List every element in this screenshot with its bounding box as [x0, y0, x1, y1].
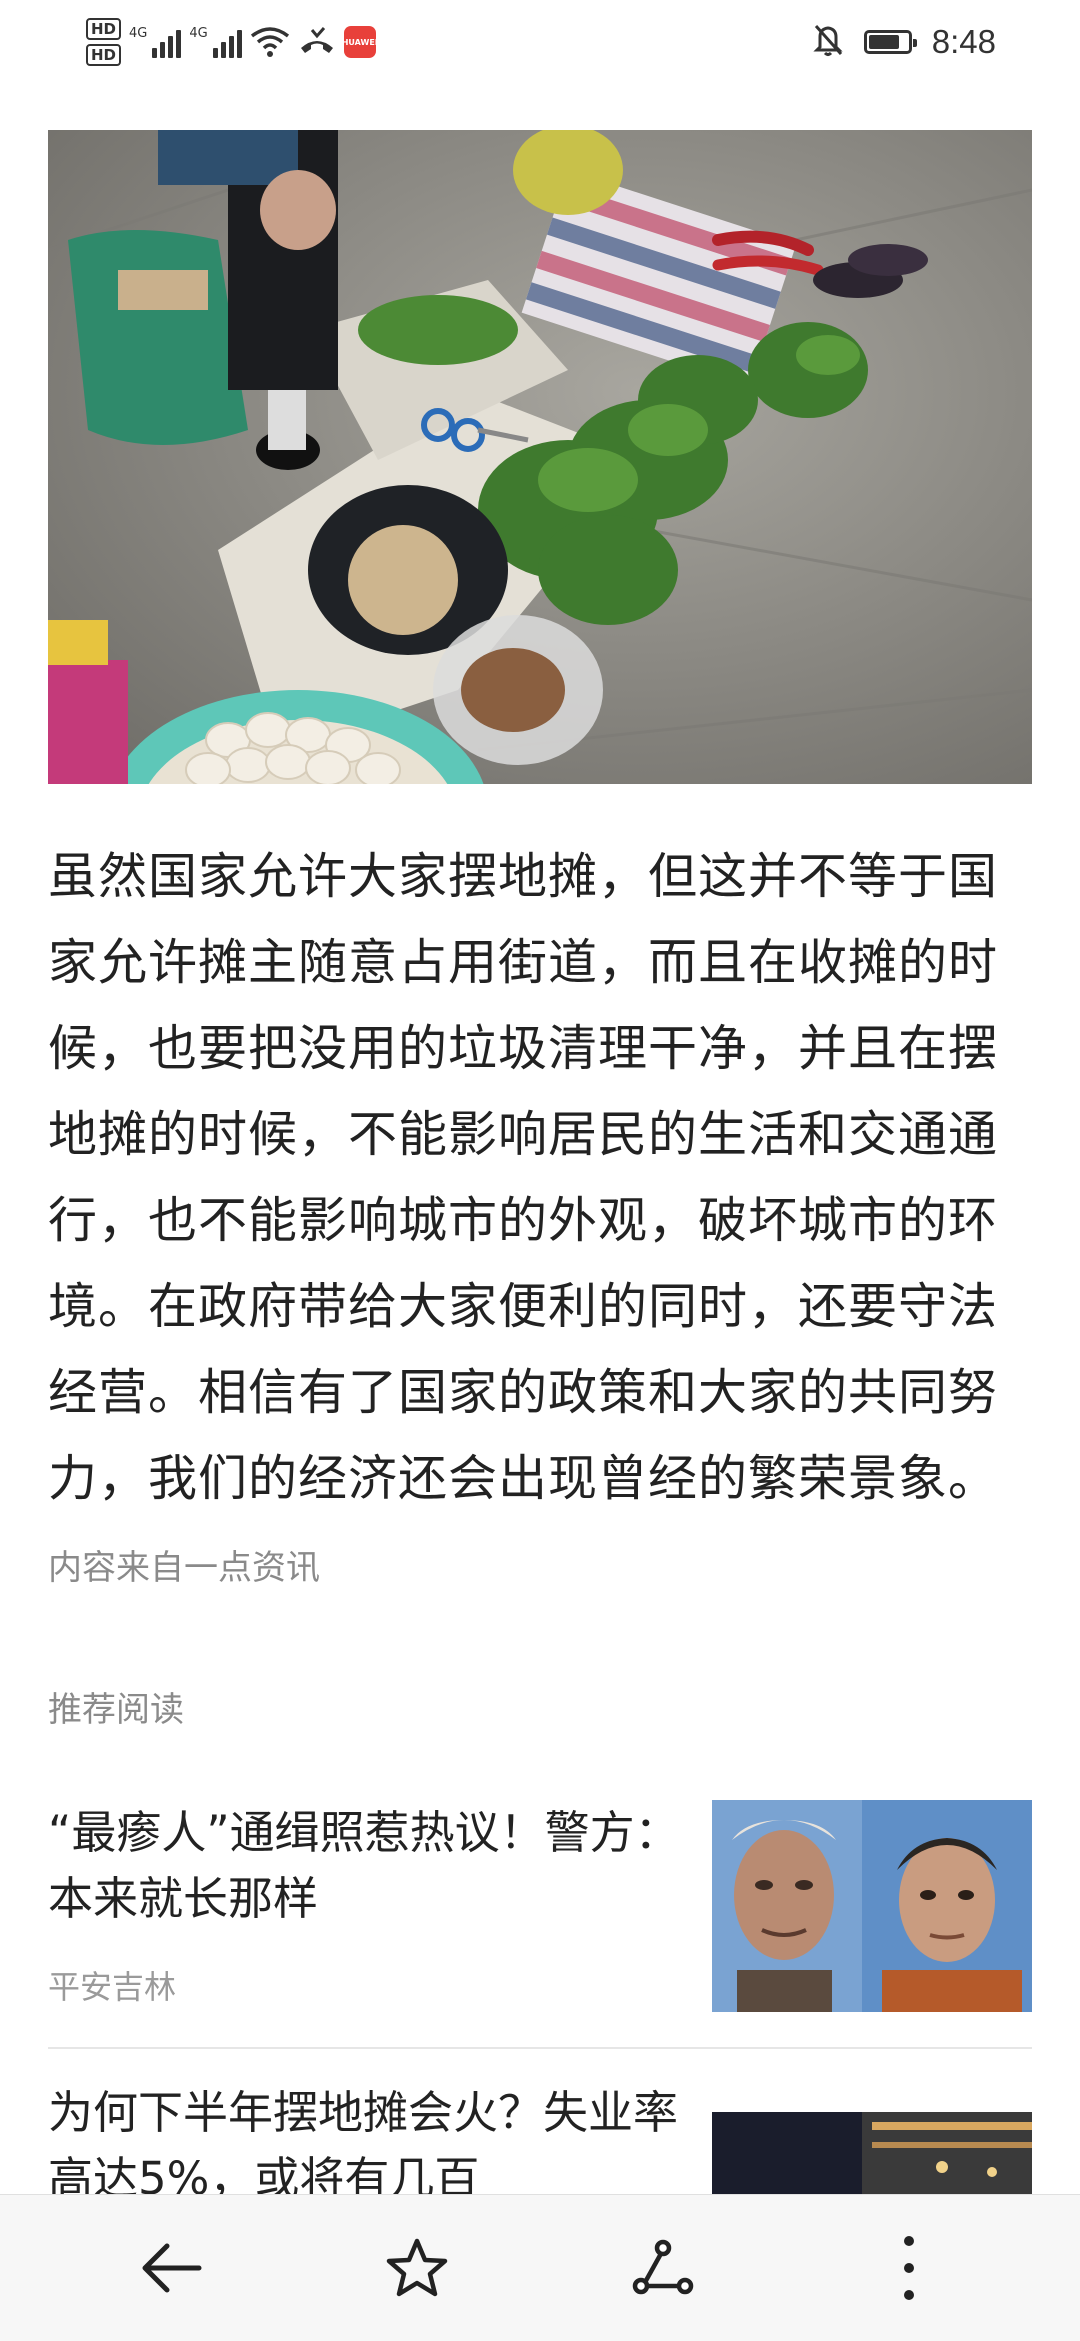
recommended-item-2[interactable]: 为何下半年摆地摊会火？失业率高达5%，或将有几百 [48, 2080, 1032, 2205]
status-bar: HD HD 4G 4G HUAWEI 8:48 [0, 0, 1080, 84]
more-options-button[interactable] [864, 2223, 954, 2313]
missed-call-icon [298, 26, 336, 58]
back-arrow-icon [142, 2243, 202, 2293]
battery-level-fill [868, 35, 900, 49]
network-2-label: 4G [189, 26, 208, 41]
star-icon [386, 2238, 448, 2297]
recommended-item-title: 为何下半年摆地摊会火？失业率高达5%，或将有几百 [48, 2086, 679, 2205]
recommended-item-1[interactable]: “最瘆人”通缉照惹热议！警方：本来就长那样 平安吉林 [48, 1800, 1032, 2012]
clock: 8:48 [931, 23, 996, 60]
recommended-item-thumbnail [712, 2112, 1032, 2194]
status-left: HD HD 4G 4G HUAWEI [86, 12, 378, 72]
recommended-heading: 推荐阅读 [48, 1690, 184, 1730]
article-hero-image [48, 130, 1032, 784]
wifi-icon [250, 26, 290, 58]
recommended-item-source: 平安吉林 [48, 1968, 177, 2006]
app-notification-icon: HUAWEI [342, 26, 378, 58]
hd2-indicator: HD [86, 44, 122, 66]
article-source: 内容来自一点资讯 [48, 1548, 320, 1588]
signal-2-icon: 4G [189, 26, 242, 58]
favorite-button[interactable] [372, 2223, 462, 2313]
bottom-toolbar [0, 2194, 1080, 2341]
recommended-item-thumbnail [712, 1800, 1032, 2012]
share-button[interactable] [618, 2223, 708, 2313]
bell-off-icon [812, 23, 844, 61]
network-1-label: 4G [129, 26, 148, 41]
hd1-indicator: HD [86, 18, 122, 40]
back-button[interactable] [126, 2223, 216, 2313]
share-icon [632, 2239, 694, 2295]
battery-icon [863, 30, 917, 54]
status-right: 8:48 [812, 18, 996, 66]
list-divider [48, 2047, 1032, 2049]
hd-indicators: HD HD [86, 18, 122, 66]
article-body-text: 虽然国家允许大家摆地摊，但这并不等于国家允许摊主随意占用街道，而且在收摊的时候，… [48, 848, 999, 1507]
more-vertical-icon [904, 2236, 914, 2300]
signal-1-icon: 4G [129, 26, 182, 58]
recommended-item-title: “最瘆人”通缉照惹热议！警方：本来就长那样 [48, 1806, 680, 1925]
